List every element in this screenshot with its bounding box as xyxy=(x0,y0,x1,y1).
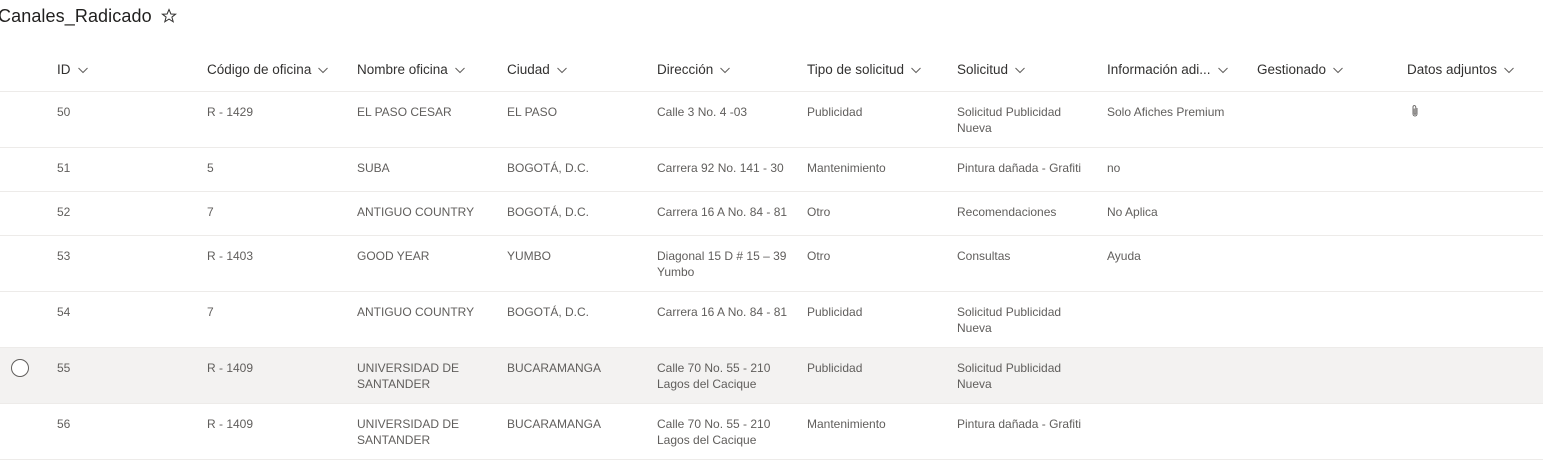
cell-ciudad: EL PASO xyxy=(507,105,558,119)
chevron-down-icon[interactable] xyxy=(556,64,568,76)
table-row[interactable]: 52 7 ANTIGUO COUNTRY BOGOTÁ, D.C. Carrera 16… xyxy=(0,192,1543,236)
cell-ciudad: BOGOTÁ, D.C. xyxy=(507,205,590,219)
cell-direccion: Calle 70 No. 55 - 210 Lagos del Cacique xyxy=(657,361,771,391)
chevron-down-icon[interactable] xyxy=(77,64,89,76)
column-header-info[interactable]: Información adi... xyxy=(1107,48,1229,91)
cell-solicitud: Solicitud Publicidad Nueva xyxy=(957,105,1062,135)
column-header-label: Información adi... xyxy=(1107,62,1211,77)
cell-id: 52 xyxy=(57,205,71,219)
cell-direccion: Calle 3 No. 4 -03 xyxy=(657,105,748,119)
table-row[interactable]: 53 R - 1403 GOOD YEAR YUMBO Diagonal 15 D # … xyxy=(0,236,1543,292)
column-header-label: Solicitud xyxy=(957,62,1009,77)
cell-solicitud: Consultas xyxy=(957,249,1011,263)
cell-nombre: UNIVERSIDAD DE SANTANDER xyxy=(357,361,460,391)
column-header-gestionado[interactable]: Gestionado xyxy=(1257,48,1344,91)
cell-nombre: SUBA xyxy=(357,161,390,175)
cell-info: Solo Afiches Premium xyxy=(1107,105,1225,119)
cell-info: Ayuda xyxy=(1107,249,1141,263)
column-header-direccion[interactable]: Dirección xyxy=(657,48,731,91)
column-header-label: Dirección xyxy=(657,62,714,77)
chevron-down-icon[interactable] xyxy=(1503,64,1515,76)
cell-info: no xyxy=(1107,161,1121,175)
chevron-down-icon[interactable] xyxy=(1217,64,1229,76)
cell-tipo: Mantenimiento xyxy=(807,417,886,431)
cell-nombre: EL PASO CESAR xyxy=(357,105,452,119)
column-header-adjuntos[interactable]: Datos adjuntos xyxy=(1407,48,1515,91)
cell-solicitud: Pintura dañada - Grafiti xyxy=(957,161,1082,175)
column-header-label: Datos adjuntos xyxy=(1407,62,1498,77)
chevron-down-icon[interactable] xyxy=(454,64,466,76)
cell-codigo: 5 xyxy=(207,161,214,175)
cell-codigo: R - 1403 xyxy=(207,249,254,263)
cell-tipo: Publicidad xyxy=(807,105,863,119)
cell-id: 50 xyxy=(57,105,71,119)
cell-id: 51 xyxy=(57,161,71,175)
chevron-down-icon[interactable] xyxy=(1014,64,1026,76)
page-title: Canales_Radicado xyxy=(0,5,152,26)
cell-codigo: 7 xyxy=(207,205,214,219)
cell-id: 55 xyxy=(57,361,71,375)
column-header-nombre[interactable]: Nombre oficina xyxy=(357,48,466,91)
cell-nombre: ANTIGUO COUNTRY xyxy=(357,205,475,219)
cell-ciudad: BOGOTÁ, D.C. xyxy=(507,161,590,175)
cell-codigo: R - 1409 xyxy=(207,361,254,375)
column-header-label: Ciudad xyxy=(507,62,550,77)
star-outline-icon[interactable] xyxy=(160,8,177,24)
column-header-label: Tipo de solicitud xyxy=(807,62,905,77)
cell-tipo: Publicidad xyxy=(807,361,863,375)
cell-tipo: Mantenimiento xyxy=(807,161,886,175)
table-row[interactable]: 55 R - 1409 UNIVERSIDAD DE SANTANDER BUCARA… xyxy=(0,348,1543,404)
list-grid: ID Código de oficina Nombre oficina Ciudad D… xyxy=(0,48,1543,460)
cell-solicitud: Solicitud Publicidad Nueva xyxy=(957,361,1062,391)
cell-info: No Aplica xyxy=(1107,205,1158,219)
cell-codigo: 7 xyxy=(207,305,214,319)
column-header-ciudad[interactable]: Ciudad xyxy=(507,48,568,91)
chevron-down-icon[interactable] xyxy=(719,64,731,76)
cell-solicitud: Pintura dañada - Grafiti xyxy=(957,417,1082,431)
table-row[interactable]: 50 R - 1429 EL PASO CESAR EL PASO Calle 3 No… xyxy=(0,92,1543,148)
cell-tipo: Publicidad xyxy=(807,305,863,319)
table-row[interactable]: 56 R - 1409 UNIVERSIDAD DE SANTANDER BUCARA… xyxy=(0,404,1543,460)
chevron-down-icon[interactable] xyxy=(1332,64,1344,76)
cell-nombre: UNIVERSIDAD DE SANTANDER xyxy=(357,417,460,447)
cell-direccion: Carrera 92 No. 141 - 30 xyxy=(657,161,784,175)
paperclip-icon[interactable] xyxy=(1409,104,1421,118)
column-header-codigo[interactable]: Código de oficina xyxy=(207,48,329,91)
cell-codigo: R - 1429 xyxy=(207,105,254,119)
cell-ciudad: BOGOTÁ, D.C. xyxy=(507,305,590,319)
cell-nombre: GOOD YEAR xyxy=(357,249,430,263)
column-header-id[interactable]: ID xyxy=(57,48,89,91)
column-header-label: Código de oficina xyxy=(207,62,312,77)
cell-direccion: Calle 70 No. 55 - 210 Lagos del Cacique xyxy=(657,417,771,447)
column-header-label: Nombre oficina xyxy=(357,62,448,77)
chevron-down-icon[interactable] xyxy=(910,64,922,76)
cell-direccion: Carrera 16 A No. 84 - 81 xyxy=(657,205,788,219)
table-row[interactable]: 51 5 SUBA BOGOTÁ, D.C. Carrera 92 No. 141 - … xyxy=(0,148,1543,192)
column-header-tipo[interactable]: Tipo de solicitud xyxy=(807,48,922,91)
cell-id: 53 xyxy=(57,249,71,263)
table-row[interactable]: 54 7 ANTIGUO COUNTRY BOGOTÁ, D.C. Carrera 16… xyxy=(0,292,1543,348)
cell-nombre: ANTIGUO COUNTRY xyxy=(357,305,475,319)
cell-ciudad: BUCARAMANGA xyxy=(507,361,602,375)
column-header-row: ID Código de oficina Nombre oficina Ciudad D… xyxy=(0,48,1543,92)
cell-id: 56 xyxy=(57,417,71,431)
cell-direccion: Carrera 16 A No. 84 - 81 xyxy=(657,305,788,319)
column-header-label: ID xyxy=(57,62,71,77)
column-header-solicitud[interactable]: Solicitud xyxy=(957,48,1026,91)
cell-tipo: Otro xyxy=(807,205,831,219)
cell-direccion: Diagonal 15 D # 15 – 39 Yumbo xyxy=(657,249,787,279)
cell-ciudad: YUMBO xyxy=(507,249,552,263)
cell-codigo: R - 1409 xyxy=(207,417,254,431)
column-header-label: Gestionado xyxy=(1257,62,1327,77)
row-select-checkbox[interactable] xyxy=(11,359,29,377)
cell-solicitud: Solicitud Publicidad Nueva xyxy=(957,305,1062,335)
chevron-down-icon[interactable] xyxy=(317,64,329,76)
cell-ciudad: BUCARAMANGA xyxy=(507,417,602,431)
cell-solicitud: Recomendaciones xyxy=(957,205,1057,219)
list-header: Canales_Radicado xyxy=(0,0,177,32)
cell-id: 54 xyxy=(57,305,71,319)
cell-tipo: Otro xyxy=(807,249,831,263)
